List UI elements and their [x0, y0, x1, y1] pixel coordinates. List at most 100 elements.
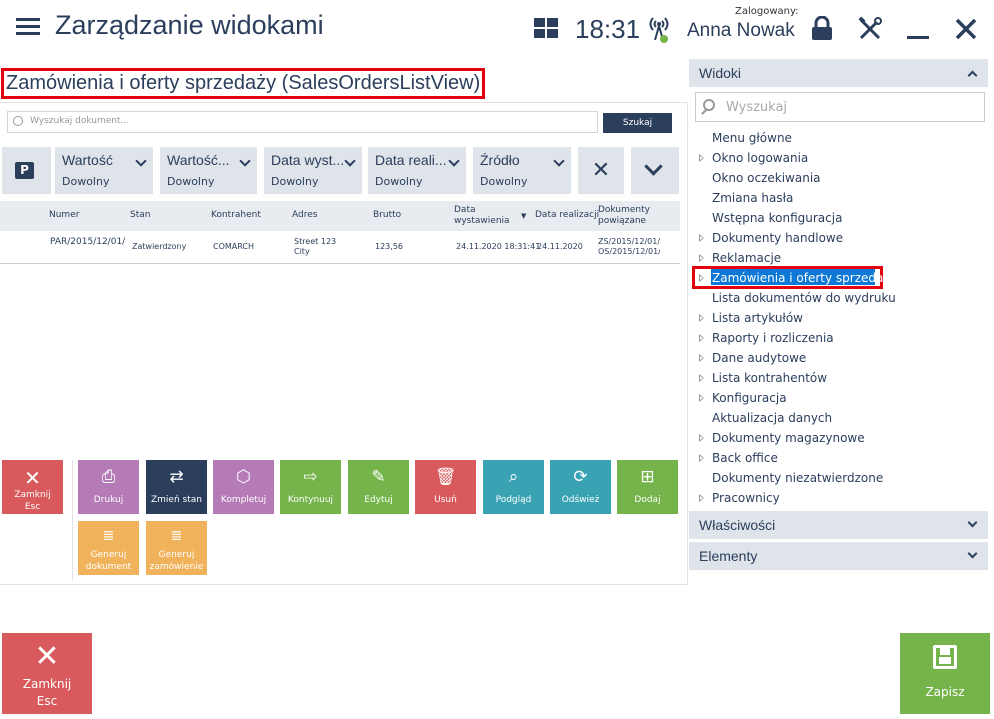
filter-data-wystawienia[interactable]: Data wyst... Dowolny: [264, 147, 362, 194]
generate-document-button[interactable]: ≣ Generuj dokument: [78, 521, 139, 575]
expand-triangle-icon[interactable]: [699, 254, 704, 262]
expand-triangle-icon[interactable]: [699, 274, 704, 282]
delete-button[interactable]: 🗑 Usuń: [415, 460, 476, 514]
expand-triangle-icon[interactable]: [699, 494, 704, 502]
app-title: Zarządzanie widokami: [55, 10, 324, 40]
column-header[interactable]: Data realizacji: [535, 210, 599, 221]
column-header[interactable]: Dokumenty powiązane: [598, 205, 650, 227]
expand-triangle-icon[interactable]: [699, 454, 704, 462]
tree-item[interactable]: Zmiana hasła: [712, 189, 793, 207]
preview-button[interactable]: ⌕ Podgląd: [483, 460, 544, 514]
filter-wartosc-2[interactable]: Wartość... Dowolny: [160, 147, 257, 194]
column-header[interactable]: Numer: [49, 210, 79, 221]
tools-icon[interactable]: [857, 16, 883, 42]
change-state-button[interactable]: ⇄ Zmień stan: [146, 460, 207, 514]
column-header[interactable]: Data wystawienia: [454, 205, 510, 227]
refresh-button[interactable]: ⟳ Odśwież: [550, 460, 611, 514]
views-search-input[interactable]: Wyszukaj: [695, 92, 985, 122]
close-esc-button[interactable]: ✕ Zamknij Esc: [2, 460, 63, 514]
column-header[interactable]: Kontrahent: [211, 210, 261, 221]
tree-item[interactable]: Lista artykułów: [699, 309, 803, 327]
close-icon: ✕: [591, 158, 611, 183]
tree-item-label: Dokumenty niezatwierdzone: [712, 471, 884, 485]
tree-item[interactable]: Okno logowania: [699, 149, 808, 167]
chevron-down-icon: [135, 155, 147, 167]
parking-filter-button[interactable]: P: [2, 147, 51, 194]
close-window-icon[interactable]: [953, 16, 979, 42]
tree-item[interactable]: Dokumenty niezatwierdzone: [712, 469, 883, 487]
hamburger-menu-icon[interactable]: [16, 18, 40, 38]
windows-grid-icon[interactable]: [534, 18, 558, 38]
tree-item[interactable]: Menu główne: [712, 129, 792, 147]
expand-triangle-icon[interactable]: [699, 434, 704, 442]
expand-triangle-icon[interactable]: [699, 354, 704, 362]
edit-icon: ✎: [371, 467, 386, 487]
tree-item[interactable]: Zamówienia i oferty sprzedaży: [699, 269, 897, 287]
close-esc-main-button[interactable]: ✕ Zamknij Esc: [2, 633, 92, 714]
column-header[interactable]: Stan: [130, 210, 150, 221]
filter-wartosc[interactable]: Wartość Dowolny: [55, 147, 153, 194]
close-icon: ✕: [34, 639, 60, 674]
tree-item[interactable]: Lista dokumentów do wydruku: [712, 289, 896, 307]
expand-triangle-icon[interactable]: [699, 334, 704, 342]
document-search-input[interactable]: Wyszukaj dokument...: [7, 111, 598, 133]
view-title: Zamówienia i oferty sprzedaży (SalesOrde…: [1, 68, 486, 99]
tree-item[interactable]: Raporty i rozliczenia: [699, 329, 834, 347]
expand-triangle-icon[interactable]: [699, 154, 704, 162]
sort-desc-icon: ▼: [521, 212, 527, 220]
divider: [72, 460, 73, 580]
views-section-header[interactable]: Widoki: [689, 59, 988, 87]
minimize-icon[interactable]: [905, 16, 931, 42]
tree-item[interactable]: Dokumenty magazynowe: [699, 429, 865, 447]
clear-filters-button[interactable]: ✕: [578, 147, 624, 194]
refresh-icon: ⟳: [573, 467, 588, 487]
chevron-up-icon: [967, 70, 978, 81]
user-name[interactable]: Anna Nowak: [687, 20, 795, 42]
complete-button[interactable]: ⬡ Kompletuj: [213, 460, 274, 514]
continue-button[interactable]: ⇨ Kontynuuj: [280, 460, 341, 514]
lock-icon[interactable]: [809, 15, 835, 42]
logged-in-label: Zalogowany:: [735, 6, 799, 17]
print-button[interactable]: ⎙ Drukuj: [78, 460, 139, 514]
tree-item[interactable]: Back office: [699, 449, 778, 467]
edit-button[interactable]: ✎ Edytuj: [348, 460, 409, 514]
elements-section-header[interactable]: Elementy: [689, 542, 988, 570]
tree-item-label: Lista artykułów: [712, 311, 803, 325]
generate-order-button[interactable]: ≣ Generuj zamówienie: [146, 521, 207, 575]
trash-icon: 🗑: [434, 467, 457, 487]
tree-item[interactable]: Okno oczekiwania: [712, 169, 821, 187]
tree-item-label: Konfiguracja: [712, 391, 787, 405]
expand-triangle-icon[interactable]: [699, 314, 704, 322]
filter-data-realizacji[interactable]: Data reali... Dowolny: [368, 147, 466, 194]
tree-item[interactable]: Konfiguracja: [699, 389, 787, 407]
properties-section-header[interactable]: Właściwości: [689, 511, 988, 539]
save-button[interactable]: Zapisz: [900, 633, 990, 714]
search-icon: [13, 116, 23, 126]
chevron-down-icon: [553, 155, 565, 167]
add-button[interactable]: ⊞ Dodaj: [617, 460, 678, 514]
tree-item[interactable]: Reklamacje: [699, 249, 782, 267]
chevron-down-icon: [644, 157, 663, 176]
column-header[interactable]: Brutto: [373, 210, 401, 221]
table-row[interactable]: PAR/2015/12/01/1 Zatwierdzony COMARCH St…: [0, 231, 680, 264]
tree-item-label: Back office: [712, 451, 778, 465]
tree-item-label: Dokumenty magazynowe: [712, 431, 865, 445]
tree-item[interactable]: Lista kontrahentów: [699, 369, 827, 387]
preview-icon: ⌕: [508, 467, 519, 487]
expand-triangle-icon[interactable]: [699, 394, 704, 402]
tree-item[interactable]: Aktualizacja danych: [712, 409, 832, 427]
close-icon: ✕: [24, 466, 41, 490]
more-filters-button[interactable]: [631, 147, 679, 194]
expand-triangle-icon[interactable]: [699, 374, 704, 382]
tree-item[interactable]: Pracownicy: [699, 489, 780, 507]
tree-item-label: Reklamacje: [712, 251, 782, 265]
filter-zrodlo[interactable]: Źródło Dowolny: [473, 147, 571, 194]
tree-item[interactable]: Dokumenty handlowe: [699, 229, 843, 247]
expand-triangle-icon[interactable]: [699, 234, 704, 242]
tree-item[interactable]: Wstępna konfiguracja: [712, 209, 842, 227]
printer-icon: ⎙: [101, 467, 116, 487]
column-header[interactable]: Adres: [292, 210, 317, 221]
chevron-down-icon: [344, 155, 356, 167]
search-button[interactable]: Szukaj: [603, 113, 672, 133]
tree-item[interactable]: Dane audytowe: [699, 349, 806, 367]
